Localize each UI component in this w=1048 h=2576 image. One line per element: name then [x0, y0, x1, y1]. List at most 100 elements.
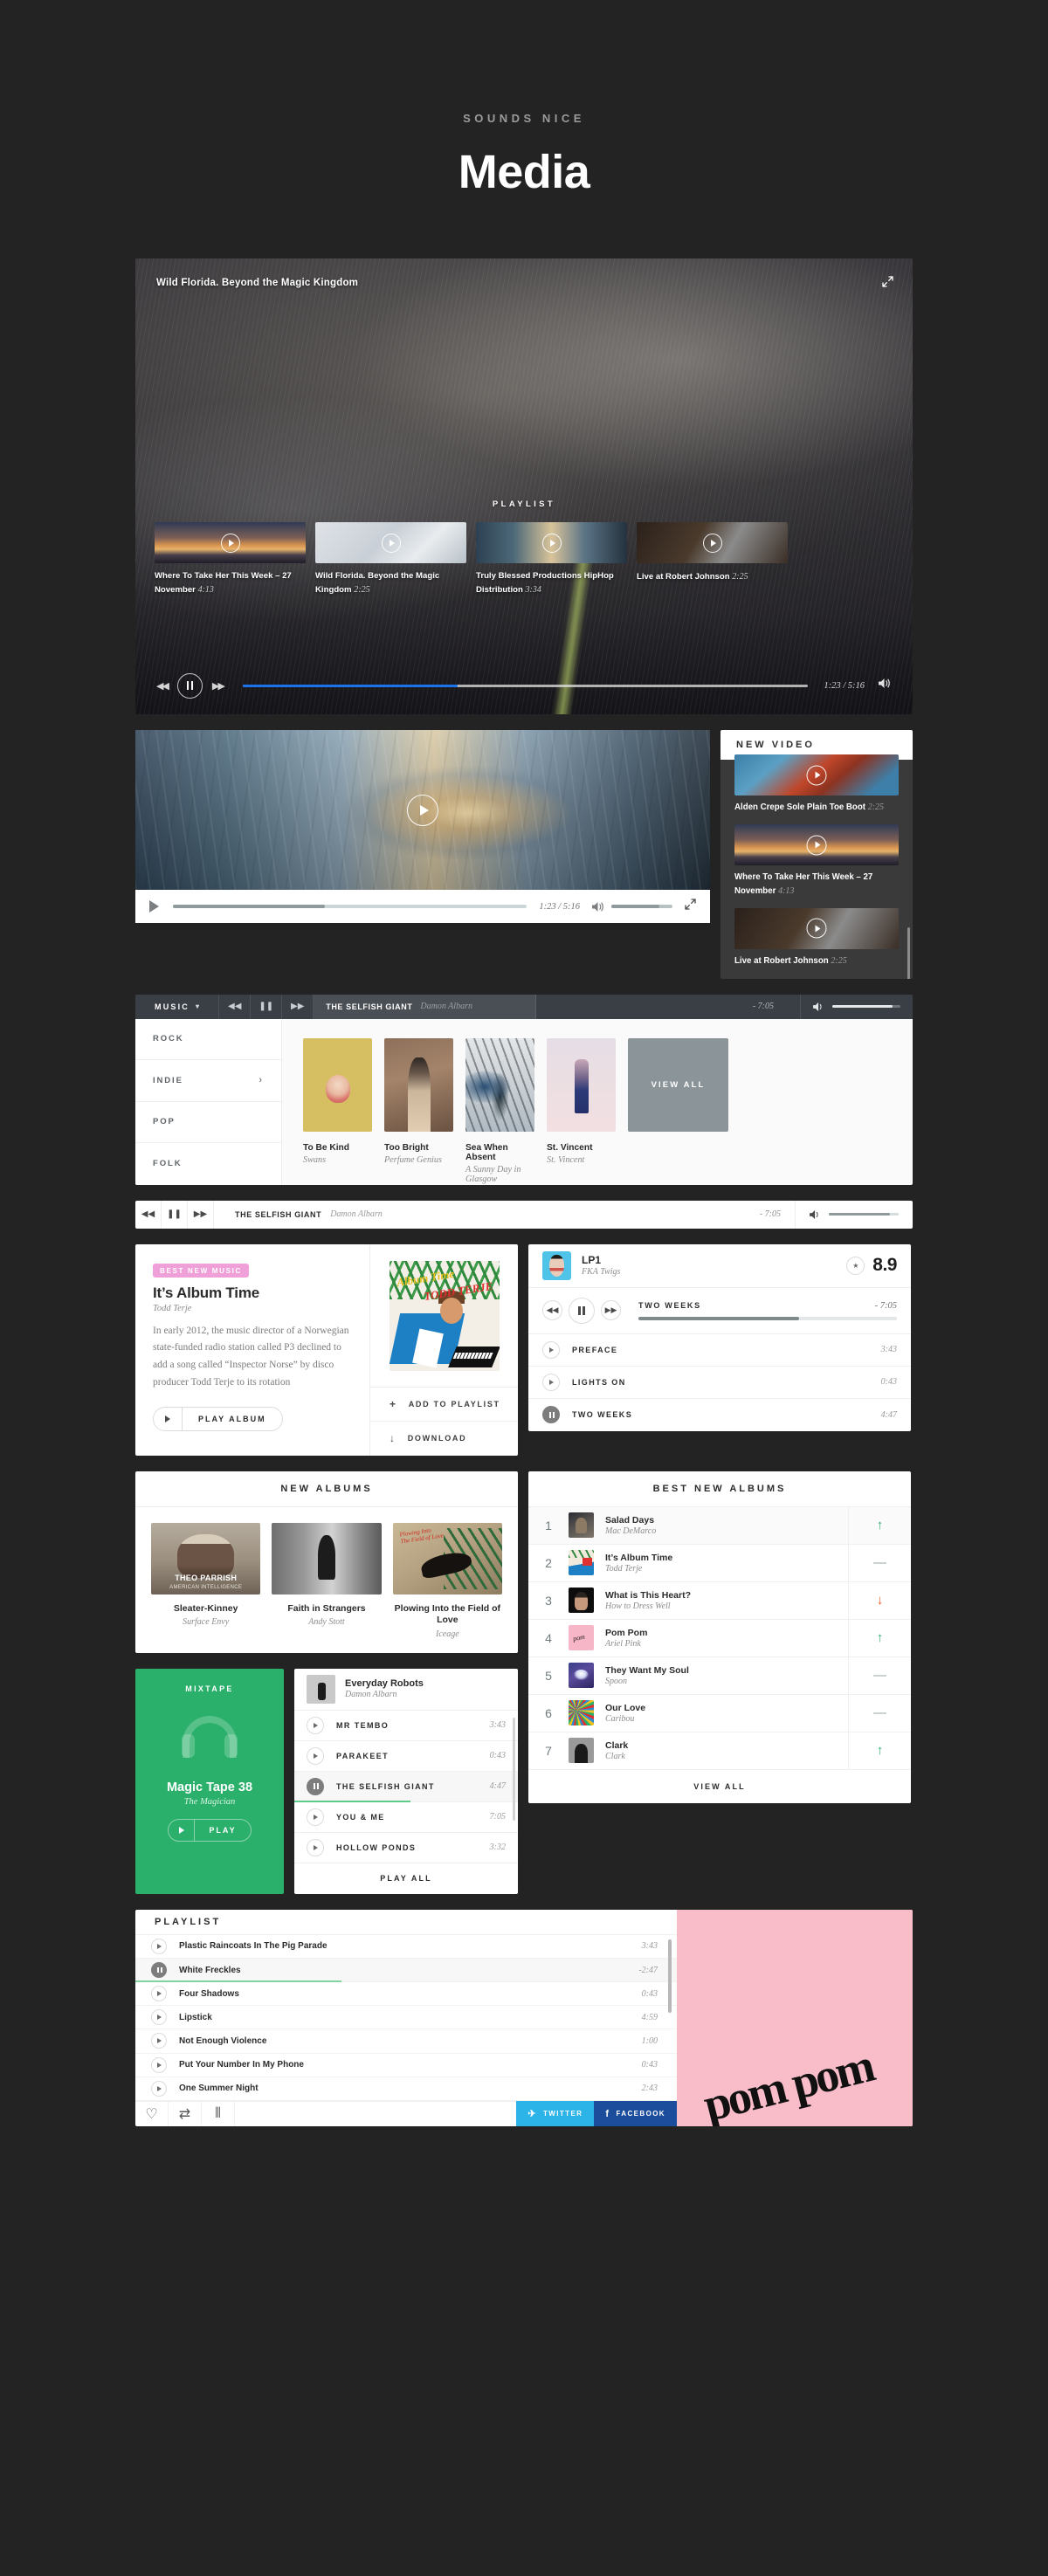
- track-row[interactable]: Put Your Number In My Phone 0:43: [135, 2054, 677, 2077]
- seek-bar[interactable]: [173, 905, 527, 908]
- track-row[interactable]: HOLLOW PONDS 3:32: [294, 1833, 518, 1863]
- pause-icon[interactable]: [542, 1406, 560, 1424]
- album-card[interactable]: St. Vincent St. Vincent: [547, 1037, 616, 1185]
- album-art[interactable]: [303, 1037, 372, 1132]
- album-card[interactable]: Faith in Strangers Andy Stott: [272, 1522, 382, 1639]
- table-row[interactable]: 2 It’s Album Time Todd Terje —: [528, 1544, 911, 1582]
- track-row[interactable]: MR TEMBO 3:43: [294, 1711, 518, 1741]
- track-row[interactable]: Lipstick 4:59: [135, 2006, 677, 2030]
- table-row[interactable]: 4 Pom PomAriel Pink ↑: [528, 1619, 911, 1657]
- play-icon[interactable]: [220, 533, 240, 553]
- playlist-item[interactable]: Live at Robert Johnson 2:25: [637, 522, 788, 597]
- volume-control[interactable]: [801, 995, 913, 1019]
- album-art[interactable]: [384, 1037, 453, 1132]
- track-row[interactable]: TWO WEEKS 4:47: [528, 1399, 911, 1431]
- prev-icon[interactable]: ◀◀: [156, 680, 169, 692]
- video-thumbnail[interactable]: [734, 907, 899, 949]
- pause-icon[interactable]: [307, 1777, 324, 1795]
- pause-icon[interactable]: ❚❚: [251, 994, 283, 1019]
- scrollbar-thumb[interactable]: [668, 1939, 672, 2013]
- play-icon[interactable]: [381, 533, 401, 553]
- expand-icon[interactable]: [882, 276, 893, 292]
- track-row[interactable]: Not Enough Violence 1:00: [135, 2029, 677, 2054]
- play-icon[interactable]: [151, 2033, 167, 2049]
- play-mixtape-button[interactable]: PLAY: [168, 1818, 252, 1842]
- playlist-item[interactable]: Where To Take Her This Week – 27 Novembe…: [155, 522, 306, 597]
- video-surface[interactable]: [135, 730, 710, 890]
- next-icon[interactable]: ▶▶: [188, 1200, 214, 1229]
- new-video-item[interactable]: Live at Robert Johnson 2:25: [734, 899, 899, 968]
- play-icon[interactable]: [151, 2080, 167, 2097]
- scrollbar-thumb[interactable]: [907, 927, 910, 979]
- pause-icon[interactable]: ❚❚: [162, 1200, 188, 1229]
- play-icon[interactable]: [806, 835, 827, 855]
- play-icon[interactable]: [307, 1838, 324, 1856]
- album-art[interactable]: [272, 1522, 382, 1595]
- play-icon[interactable]: [407, 794, 438, 826]
- table-row[interactable]: 5 They Want My Soul Spoon —: [528, 1656, 911, 1695]
- play-album-button[interactable]: PLAY ALBUM: [153, 1406, 283, 1431]
- play-button[interactable]: [149, 900, 159, 913]
- table-row[interactable]: 1 Salad Days Mac DeMarco ↑: [528, 1506, 911, 1545]
- play-icon[interactable]: [151, 1986, 167, 2002]
- volume-control[interactable]: [796, 1201, 913, 1229]
- heart-icon[interactable]: ♡: [135, 2101, 169, 2126]
- album-card[interactable]: THEO PARRISH AMERICAN INTELLIGENCE Sleat…: [151, 1522, 261, 1639]
- playlist-thumbnail[interactable]: [315, 522, 466, 563]
- table-row[interactable]: 6 Our Love Caribou —: [528, 1694, 911, 1732]
- seek-bar[interactable]: [242, 684, 809, 687]
- equalizer-icon[interactable]: ⦀: [202, 2101, 235, 2126]
- play-icon[interactable]: [806, 918, 827, 939]
- add-to-playlist-button[interactable]: + ADD TO PLAYLIST: [370, 1388, 518, 1422]
- volume-control[interactable]: [592, 901, 672, 913]
- track-row[interactable]: PARAKEET 0:43: [294, 1741, 518, 1772]
- play-icon[interactable]: [541, 533, 562, 553]
- track-row[interactable]: THE SELFISH GIANT 4:47: [294, 1771, 518, 1802]
- next-icon[interactable]: ▶▶: [212, 680, 225, 692]
- track-row[interactable]: Four Shadows 0:43: [135, 1982, 677, 2007]
- star-icon[interactable]: ★: [846, 1256, 865, 1275]
- play-icon[interactable]: [806, 765, 827, 785]
- play-icon[interactable]: [702, 533, 722, 553]
- album-card[interactable]: To Be Kind Swans: [303, 1037, 372, 1185]
- play-all-button[interactable]: PLAY ALL: [294, 1863, 518, 1894]
- table-row[interactable]: 3 What is This Heart? How to Dress Well ↓: [528, 1581, 911, 1620]
- album-card[interactable]: Too Bright Perfume Genius: [384, 1037, 453, 1185]
- repeat-icon[interactable]: ⇄: [169, 2101, 202, 2126]
- play-icon[interactable]: [307, 1746, 324, 1765]
- volume-slider[interactable]: [611, 905, 672, 908]
- album-card[interactable]: Plowing Into The Field of Love Plowing In…: [392, 1522, 502, 1639]
- table-row[interactable]: 7 Clark Clark ↑: [528, 1732, 911, 1770]
- track-row[interactable]: YOU & ME 7:05: [294, 1802, 518, 1833]
- pause-button[interactable]: [569, 1297, 595, 1324]
- playlist-item[interactable]: Truly Blessed Productions HipHop Distrib…: [476, 522, 627, 597]
- play-icon[interactable]: [151, 1938, 167, 1954]
- album-card[interactable]: Sea When Absent A Sunny Day in Glasgow: [465, 1037, 534, 1185]
- scrollbar-thumb[interactable]: [513, 1717, 515, 1821]
- sidebar-item-pop[interactable]: POP: [135, 1102, 281, 1144]
- seek-bar[interactable]: [638, 1316, 897, 1320]
- volume-slider[interactable]: [829, 1212, 899, 1216]
- playlist-thumbnail[interactable]: [637, 522, 788, 563]
- facebook-button[interactable]: f FACEBOOK: [594, 2101, 677, 2126]
- play-icon[interactable]: [307, 1808, 324, 1826]
- prev-icon[interactable]: ◀◀: [135, 1200, 162, 1229]
- volume-icon[interactable]: [879, 678, 892, 693]
- album-art[interactable]: [547, 1037, 616, 1132]
- sidebar-item-rock[interactable]: ROCK: [135, 1019, 281, 1061]
- view-all-button[interactable]: VIEW ALL: [528, 1770, 911, 1803]
- playlist-thumbnail[interactable]: [476, 522, 627, 563]
- play-icon[interactable]: [542, 1340, 560, 1359]
- pause-icon[interactable]: [151, 1962, 167, 1979]
- track-row[interactable]: PREFACE 3:43: [528, 1334, 911, 1367]
- new-video-item[interactable]: Where To Take Her This Week – 27 Novembe…: [734, 815, 899, 899]
- album-art[interactable]: [465, 1037, 534, 1132]
- video-thumbnail[interactable]: [734, 754, 899, 796]
- expand-icon[interactable]: [685, 899, 696, 914]
- sidebar-item-folk[interactable]: FOLK: [135, 1143, 281, 1185]
- pause-button[interactable]: [176, 672, 203, 699]
- prev-icon[interactable]: ◀◀: [219, 994, 252, 1019]
- album-art[interactable]: Plowing Into The Field of Love: [392, 1522, 502, 1595]
- download-button[interactable]: ↓ DOWNLOAD: [370, 1422, 518, 1456]
- new-video-item[interactable]: Alden Crepe Sole Plain Toe Boot 2:25: [734, 754, 899, 815]
